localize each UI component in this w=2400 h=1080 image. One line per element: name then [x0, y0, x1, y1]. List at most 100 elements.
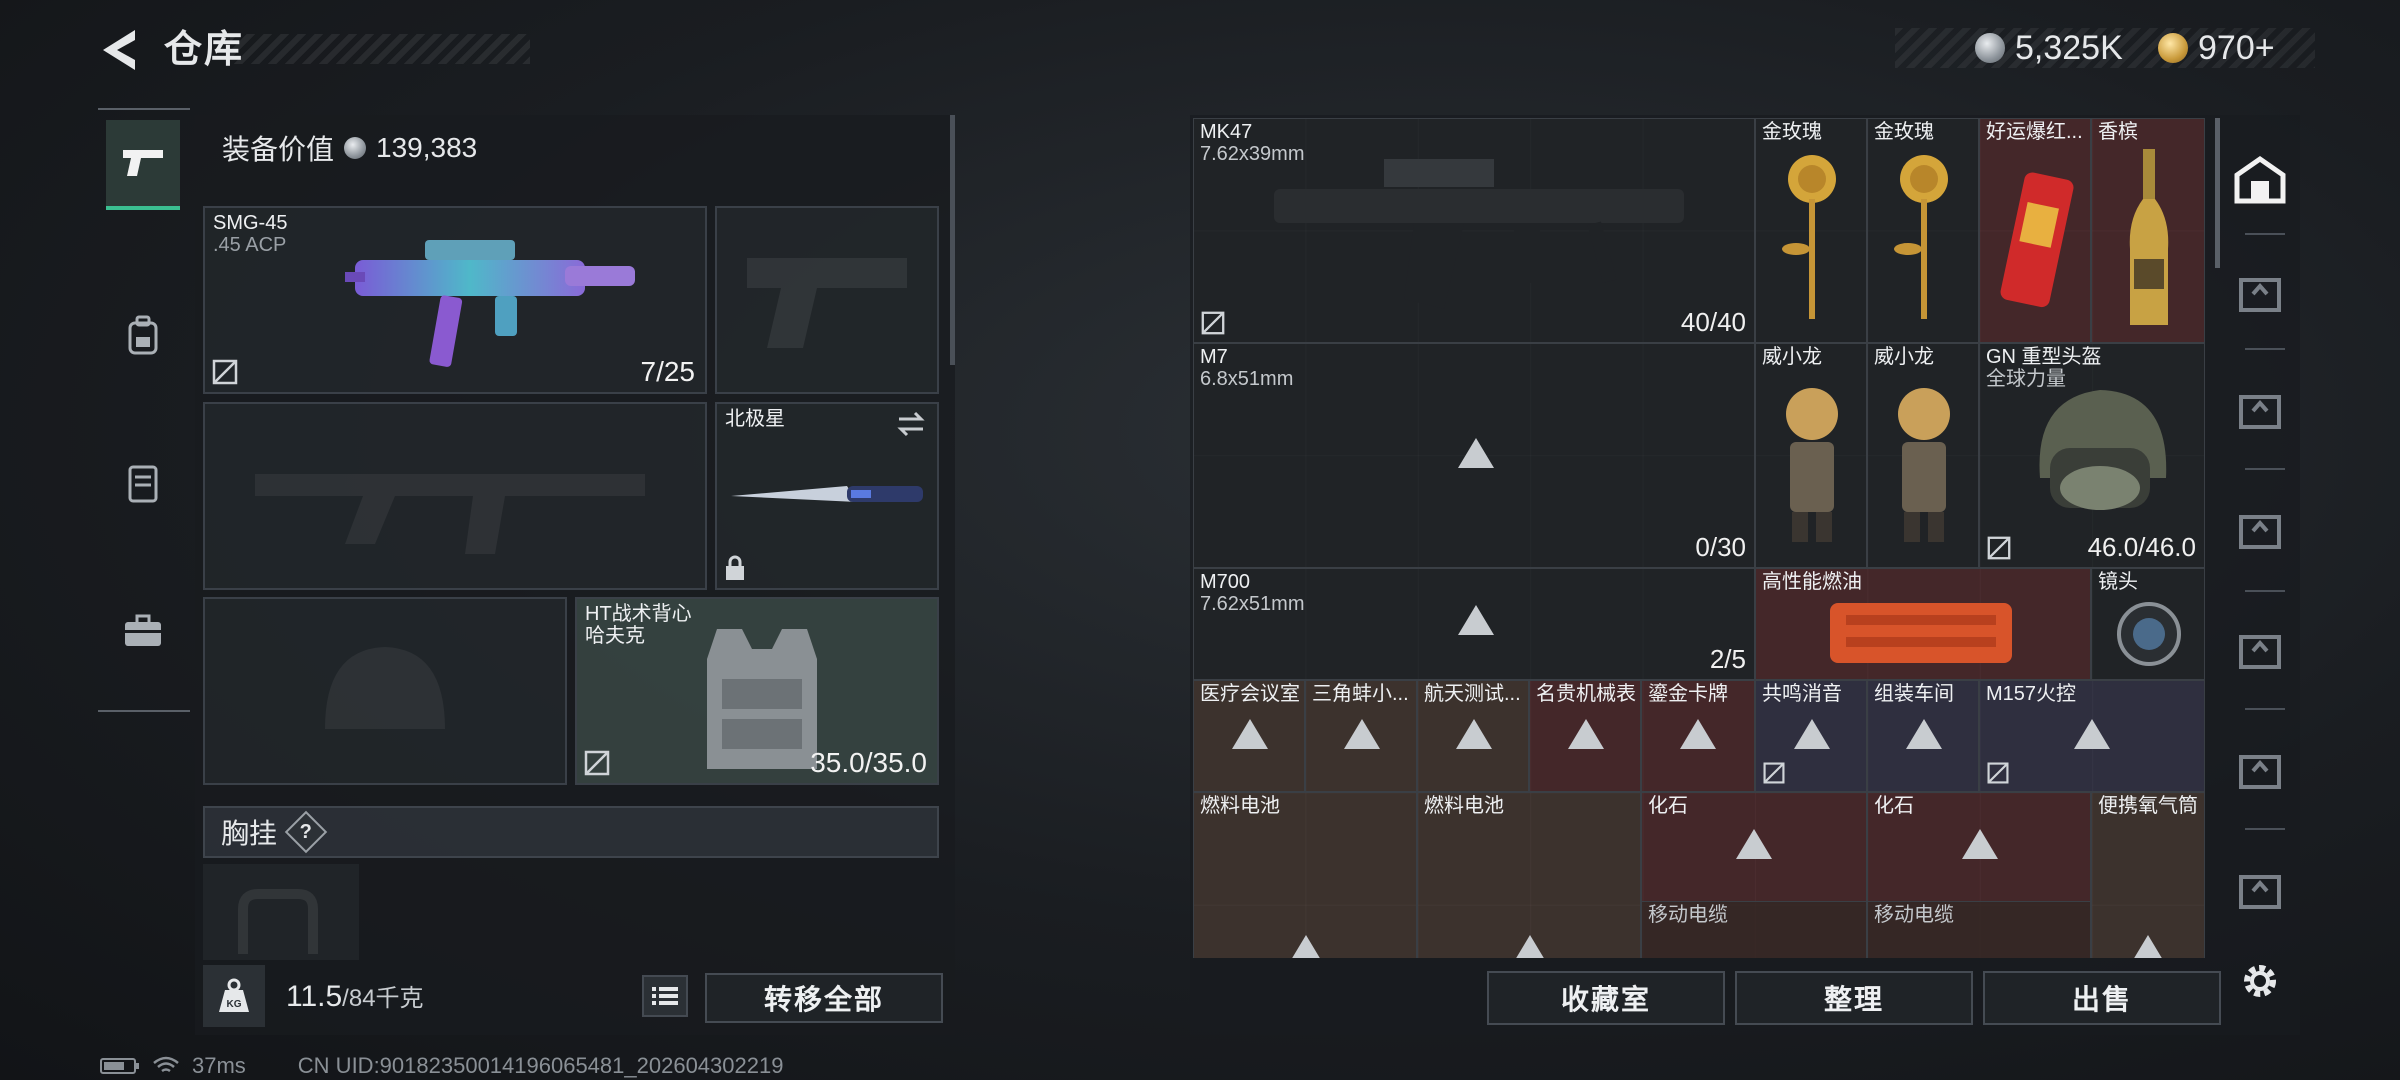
item-name: GN 重型头盔 — [1986, 346, 2102, 368]
item-name: M700 — [1200, 571, 1251, 593]
pistol-icon — [123, 150, 163, 176]
pistol-slot[interactable] — [715, 206, 939, 394]
figurine-image — [1898, 388, 1950, 542]
briefcase-icon — [125, 614, 161, 646]
settings-button[interactable] — [2225, 936, 2295, 1026]
item-name: 医疗会议室 — [1200, 683, 1300, 705]
item-name: 移动电缆 — [1874, 904, 1954, 926]
storage-page-3[interactable] — [2225, 365, 2295, 455]
storage-page-5[interactable] — [2225, 605, 2295, 695]
grid-item-key[interactable]: 航天测试... — [1417, 680, 1529, 792]
gold-coin-icon — [2158, 33, 2188, 63]
primary-weapon-slot[interactable]: SMG-45 .45 ACP 7/25 — [203, 206, 707, 394]
help-icon[interactable]: ? — [284, 810, 328, 854]
loading-triangle-icon — [1456, 719, 1492, 749]
storage-page-home[interactable] — [2225, 135, 2295, 225]
item-ammo-count: 0/30 — [1695, 532, 1746, 562]
grid-item-key[interactable]: 三角蚌小... — [1305, 680, 1417, 792]
grid-item-lens[interactable]: 镜头 — [2091, 568, 2205, 680]
helmet-slot[interactable] — [203, 597, 567, 785]
item-caliber: 6.8x51mm — [1200, 368, 1294, 390]
grid-item-fuel[interactable]: 高性能燃油 — [1755, 568, 2091, 680]
vest-slot[interactable]: HT战术背心 哈夫克 35.0/35.0 — [575, 597, 939, 785]
vest-icon — [128, 465, 158, 503]
grid-item-fossil[interactable]: 化石 移动电缆 — [1641, 792, 1867, 958]
vest-durability: 35.0/35.0 — [810, 747, 927, 778]
gold-rose-image — [1782, 155, 1836, 319]
storage-page-2[interactable] — [2225, 248, 2295, 338]
sell-button[interactable]: 出售 — [1983, 971, 2221, 1025]
loading-triangle-icon — [1232, 719, 1268, 749]
secondary-weapon-slot[interactable] — [203, 402, 707, 590]
swap-icon[interactable] — [895, 410, 927, 438]
no-insure-icon — [1763, 762, 1785, 784]
grid-item-suppressor[interactable]: 共鸣消音 — [1755, 680, 1867, 792]
currency-silver[interactable]: 5,325K — [1975, 26, 2123, 70]
storage-page-7[interactable] — [2225, 845, 2295, 935]
helmet-placeholder-icon — [325, 647, 445, 729]
grid-item-heavy-helmet[interactable]: GN 重型头盔 全球力量 46.0/46.0 — [1979, 343, 2205, 568]
grid-item-card[interactable]: 鎏金卡牌 — [1641, 680, 1755, 792]
grid-item-gold-rose[interactable]: 金玫瑰 — [1867, 118, 1979, 343]
divider — [2245, 708, 2285, 710]
grid-item-cable[interactable]: 移动电缆 — [1642, 901, 1866, 958]
weight-icon: KG — [219, 978, 249, 1012]
grid-item-champagne[interactable]: 香槟 — [2091, 118, 2205, 343]
storage-page-4[interactable] — [2225, 485, 2295, 575]
sort-button[interactable]: 整理 — [1735, 971, 1973, 1025]
loading-triangle-icon — [1962, 829, 1998, 859]
nav-case[interactable] — [106, 586, 180, 676]
grid-item-lucky-firecracker[interactable]: 好运爆红... — [1979, 118, 2091, 343]
champagne-image — [2129, 149, 2169, 325]
grid-item-fossil[interactable]: 化石 移动电缆 — [1867, 792, 2091, 958]
item-ammo-count: 40/40 — [1680, 307, 1746, 337]
smg-weapon-image — [345, 240, 635, 367]
grid-item-fire-control[interactable]: M157火控 — [1979, 680, 2205, 792]
item-name: 化石 — [1648, 795, 1688, 817]
silver-coin-icon — [344, 137, 367, 159]
grid-item-gold-rose[interactable]: 金玫瑰 — [1755, 118, 1867, 343]
collection-room-button[interactable]: 收藏室 — [1487, 971, 1725, 1025]
storage-scrollbar[interactable] — [2215, 118, 2220, 268]
currency-gold[interactable]: 970+ — [2158, 26, 2275, 70]
melee-slot[interactable]: 北极星 — [715, 402, 939, 590]
firecracker-image — [2000, 172, 2074, 308]
chest-rig-slot[interactable] — [203, 864, 359, 960]
grid-item-oxygen[interactable]: 便携氧气筒 — [2091, 792, 2205, 958]
grid-item-fuel-cell[interactable]: 燃料电池 — [1417, 792, 1641, 958]
status-footer: 37ms CN UID:90182350014196065481_2026043… — [100, 1053, 783, 1079]
list-view-button[interactable] — [642, 975, 688, 1017]
grid-item-key[interactable]: 医疗会议室 — [1193, 680, 1305, 792]
grid-item-mascot[interactable]: 威小龙 — [1867, 343, 1979, 568]
grid-item-mk47[interactable]: MK47 7.62x39mm 40/40 — [1193, 118, 1755, 343]
item-name: 燃料电池 — [1200, 795, 1280, 817]
loading-triangle-icon — [2074, 719, 2110, 749]
grid-item-workshop[interactable]: 组装车间 — [1867, 680, 1979, 792]
page-title: 仓库 — [164, 29, 245, 71]
grid-item-cable[interactable]: 移动电缆 — [1868, 901, 2090, 958]
grid-item-m700[interactable]: M700 7.62x51mm 2/5 — [1193, 568, 1755, 680]
fuel-case-image — [1830, 603, 2012, 663]
back-button[interactable] — [96, 22, 142, 78]
item-name: 共鸣消音 — [1762, 683, 1842, 705]
item-caliber: 7.62x51mm — [1200, 593, 1305, 615]
item-name: MK47 — [1200, 121, 1253, 143]
storage-page-6[interactable] — [2225, 725, 2295, 815]
divider — [2245, 590, 2285, 592]
chest-rig-placeholder-icon — [238, 889, 318, 954]
loading-triangle-icon — [1736, 829, 1772, 859]
weight-icon-box: KG — [203, 965, 265, 1027]
nav-weapons[interactable] — [106, 120, 180, 210]
equipment-scrollbar[interactable] — [950, 115, 955, 365]
nav-vest[interactable] — [106, 438, 180, 528]
loading-triangle-icon — [1516, 935, 1544, 958]
grid-item-fuel-cell[interactable]: 燃料电池 — [1193, 792, 1417, 958]
nav-backpack[interactable] — [106, 290, 180, 380]
ping-text: 37ms — [192, 1053, 246, 1078]
grid-item-m7[interactable]: M7 6.8x51mm 0/30 — [1193, 343, 1755, 568]
transfer-all-button[interactable]: 转移全部 — [705, 973, 943, 1023]
grid-item-mascot[interactable]: 威小龙 — [1755, 343, 1867, 568]
lock-icon — [726, 555, 744, 580]
item-name: 镜头 — [2098, 571, 2138, 593]
grid-item-watch[interactable]: 名贵机械表 — [1529, 680, 1641, 792]
